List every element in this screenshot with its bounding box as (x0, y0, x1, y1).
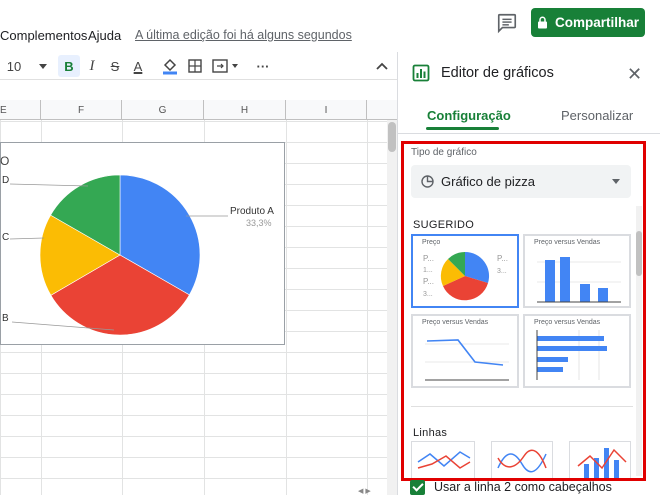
grid-line (286, 120, 287, 495)
share-button[interactable]: Compartilhar (531, 8, 645, 37)
header-row-label: Usar a linha 2 como cabeçalhos (434, 480, 612, 494)
leader-line-d (9, 183, 89, 187)
fill-color-icon[interactable] (160, 55, 180, 77)
menu-complementos[interactable]: Complementos (0, 28, 87, 43)
column-header-e[interactable]: E (0, 100, 41, 120)
italic-button[interactable]: I (83, 55, 101, 77)
slice-pct-a: 33,3% (246, 218, 272, 228)
column-header-f[interactable]: F (41, 100, 122, 120)
merge-cells-icon[interactable] (211, 55, 239, 77)
share-label: Compartilhar (554, 15, 639, 30)
panel-divider (398, 133, 660, 134)
tab-personalizar[interactable]: Personalizar (561, 108, 633, 123)
slice-label-b: B (2, 313, 9, 324)
collapse-toolbar-icon[interactable] (374, 55, 390, 77)
menu-bar: Complementos Ajuda A última edição foi h… (0, 0, 660, 56)
horizontal-scroll-arrows[interactable]: ◀ ▶ (358, 487, 371, 495)
bold-button[interactable]: B (58, 55, 80, 77)
comment-icon[interactable] (496, 12, 518, 34)
scrollbar-thumb[interactable] (388, 122, 396, 152)
tab-configuracao[interactable]: Configuração (427, 108, 511, 123)
column-header-i[interactable]: I (286, 100, 367, 120)
leader-line-c (9, 237, 45, 240)
font-size-dropdown-icon[interactable] (38, 55, 48, 77)
sheet-vertical-scrollbar[interactable] (387, 120, 397, 495)
header-row-option[interactable]: Usar a linha 2 como cabeçalhos (410, 479, 612, 495)
active-tab-indicator (426, 127, 499, 130)
highlight-box (401, 141, 646, 481)
column-header-g[interactable]: G (122, 100, 204, 120)
lock-icon (537, 16, 547, 29)
strikethrough-button[interactable]: S (106, 55, 124, 77)
panel-title: Editor de gráficos (441, 65, 554, 81)
font-size-value[interactable]: 10 (7, 55, 21, 77)
more-options-button[interactable]: ··· (253, 55, 273, 77)
slice-label-c: C (2, 232, 9, 243)
header-row-checkbox[interactable] (410, 479, 425, 495)
format-toolbar: 10 B I S A ··· (0, 52, 397, 80)
column-header-row: E F G H I (0, 100, 397, 120)
column-header-h[interactable]: H (204, 100, 286, 120)
text-color-button[interactable]: A (129, 55, 147, 77)
close-icon[interactable]: ✕ (627, 64, 642, 85)
grid-line (367, 120, 368, 495)
slice-label-a: Produto A (230, 206, 274, 217)
pie-chart: O Produto A 33,3% D C B (0, 154, 274, 336)
borders-icon[interactable] (186, 55, 204, 77)
chart-icon (412, 64, 430, 82)
menu-ajuda[interactable]: Ajuda (88, 28, 121, 43)
slice-label-d: D (2, 175, 9, 186)
last-edit-link[interactable]: A última edição foi há alguns segundos (135, 28, 352, 42)
chart-title-fragment: O (0, 154, 9, 168)
